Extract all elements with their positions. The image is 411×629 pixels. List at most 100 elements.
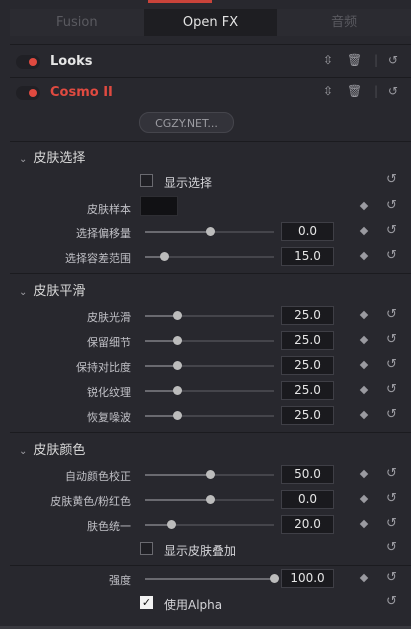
use-alpha-label: 使用Alpha [164, 598, 223, 612]
reset-icon[interactable]: ↺ [388, 53, 398, 67]
trash-icon[interactable]: 🗑 [347, 84, 362, 98]
keyframe-diamond-icon[interactable] [359, 469, 369, 479]
reset-icon[interactable]: ↺ [386, 540, 397, 555]
slider-track[interactable] [145, 574, 279, 583]
reset-icon[interactable]: ↺ [386, 248, 397, 263]
slider-track[interactable] [145, 386, 274, 395]
reorder-icon[interactable]: ⇳ [323, 84, 333, 98]
show-selection-checkbox[interactable] [140, 174, 153, 187]
section-title: 皮肤选择 [33, 151, 86, 166]
tab-fusion[interactable]: Fusion [10, 9, 144, 36]
chevron-down-icon: ⌄ [19, 287, 28, 298]
value-field[interactable]: 100.0 [281, 569, 334, 588]
param-label: 锐化纹理 [87, 386, 131, 399]
slider-knob[interactable] [160, 252, 169, 261]
keyframe-diamond-icon[interactable] [359, 310, 369, 320]
slider-knob[interactable] [270, 574, 279, 583]
slider-knob[interactable] [173, 386, 182, 395]
keyframe-diamond-icon[interactable] [359, 385, 369, 395]
section-title: 皮肤颜色 [33, 443, 86, 458]
reset-icon[interactable]: ↺ [386, 332, 397, 347]
param-label: 保持对比度 [76, 361, 131, 374]
reorder-icon[interactable]: ⇳ [323, 53, 333, 67]
looks-toggle[interactable] [16, 55, 40, 69]
slider-fill [145, 499, 210, 501]
divider [10, 44, 411, 45]
effect-row-cosmo: Cosmo II ⇳ 🗑 | ↺ [10, 79, 411, 107]
divider [10, 273, 411, 274]
slider-track[interactable] [145, 520, 274, 529]
value-field[interactable]: 0.0 [281, 222, 334, 241]
slider-track[interactable] [145, 227, 274, 236]
slider-knob[interactable] [167, 520, 176, 529]
brand-button[interactable]: CGZY.NET... [139, 112, 234, 133]
keyframe-diamond-icon[interactable] [359, 519, 369, 529]
param-label: 选择偏移量 [76, 227, 131, 240]
keyframe-diamond-icon[interactable] [359, 573, 369, 583]
value-field[interactable]: 15.0 [281, 247, 334, 266]
trash-icon[interactable]: 🗑 [347, 53, 362, 67]
slider-track[interactable] [145, 470, 274, 479]
slider-knob[interactable] [206, 227, 215, 236]
reset-icon[interactable]: ↺ [386, 594, 397, 609]
keyframe-diamond-icon[interactable] [359, 494, 369, 504]
section-skin-select[interactable]: ⌄ 皮肤选择 [19, 147, 85, 166]
slider-knob[interactable] [206, 470, 215, 479]
tab-open-fx[interactable]: Open FX [143, 9, 278, 36]
show-skin-overlay-label: 显示皮肤叠加 [164, 544, 237, 558]
reset-icon[interactable]: ↺ [386, 516, 397, 531]
keyframe-diamond-icon[interactable] [359, 360, 369, 370]
value-field[interactable]: 25.0 [281, 406, 334, 425]
value-field[interactable]: 25.0 [281, 331, 334, 350]
slider-track[interactable] [145, 495, 274, 504]
param-label: 皮肤黄色/粉红色 [50, 495, 131, 508]
value-field[interactable]: 0.0 [281, 490, 334, 509]
slider-knob[interactable] [206, 495, 215, 504]
reset-icon[interactable]: ↺ [386, 466, 397, 481]
use-alpha-checkbox[interactable]: ✓ [140, 596, 153, 609]
slider-knob[interactable] [173, 411, 182, 420]
section-skin-smooth[interactable]: ⌄ 皮肤平滑 [19, 280, 85, 299]
skin-sample-swatch[interactable] [140, 196, 178, 216]
divider-bar: | [374, 84, 379, 98]
reset-icon[interactable]: ↺ [386, 172, 397, 187]
section-skin-color[interactable]: ⌄ 皮肤颜色 [19, 439, 85, 458]
keyframe-diamond-icon[interactable] [359, 201, 369, 211]
slider-fill [145, 578, 274, 580]
show-skin-overlay-checkbox[interactable] [140, 542, 153, 555]
reset-icon[interactable]: ↺ [388, 84, 398, 98]
keyframe-diamond-icon[interactable] [359, 251, 369, 261]
check-icon: ✓ [141, 596, 152, 609]
cosmo-toggle[interactable] [16, 86, 40, 100]
value-field[interactable]: 50.0 [281, 465, 334, 484]
slider-fill [145, 474, 210, 476]
keyframe-diamond-icon[interactable] [359, 226, 369, 236]
slider-knob[interactable] [173, 361, 182, 370]
slider-knob[interactable] [173, 311, 182, 320]
keyframe-diamond-icon[interactable] [359, 410, 369, 420]
tab-audio[interactable]: 音频 [277, 9, 411, 36]
toggle-dot [29, 58, 37, 66]
slider-track[interactable] [145, 361, 274, 370]
keyframe-diamond-icon[interactable] [359, 335, 369, 345]
slider-track[interactable] [145, 336, 274, 345]
reset-icon[interactable]: ↺ [386, 223, 397, 238]
reset-icon[interactable]: ↺ [386, 407, 397, 422]
reset-icon[interactable]: ↺ [386, 491, 397, 506]
reset-icon[interactable]: ↺ [386, 382, 397, 397]
value-field[interactable]: 25.0 [281, 306, 334, 325]
reset-icon[interactable]: ↺ [386, 570, 397, 585]
param-label: 强度 [109, 574, 131, 587]
slider-track[interactable] [145, 252, 274, 261]
reset-icon[interactable]: ↺ [386, 198, 397, 213]
value-field[interactable]: 20.0 [281, 515, 334, 534]
slider-track[interactable] [145, 411, 274, 420]
value-field[interactable]: 25.0 [281, 381, 334, 400]
reset-icon[interactable]: ↺ [386, 357, 397, 372]
slider-knob[interactable] [173, 336, 182, 345]
show-selection-label: 显示选择 [164, 176, 213, 190]
value-field[interactable]: 25.0 [281, 356, 334, 375]
slider-track[interactable] [145, 311, 274, 320]
reset-icon[interactable]: ↺ [386, 307, 397, 322]
param-label: 选择容差范围 [65, 252, 131, 265]
